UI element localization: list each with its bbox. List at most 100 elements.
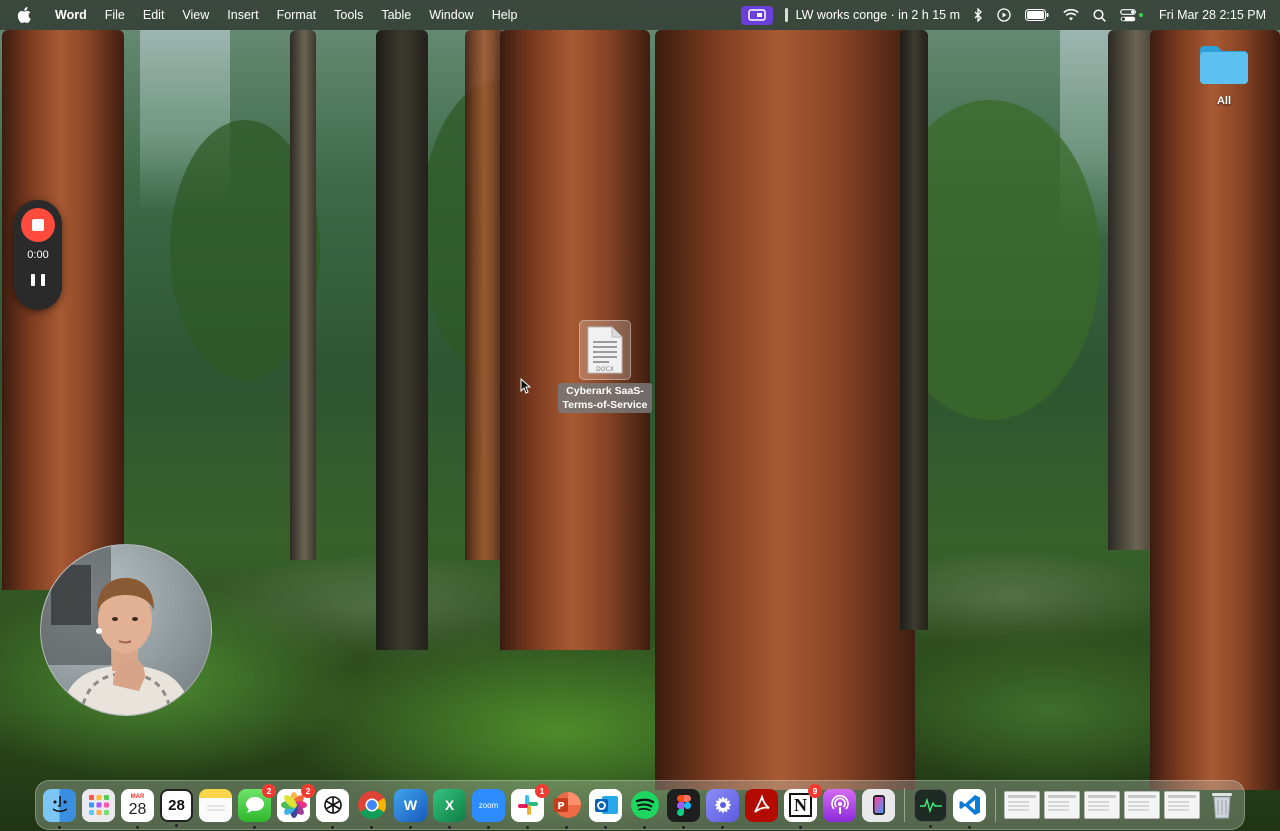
dock-powerpoint[interactable]: P [550, 789, 583, 829]
trash-icon [1211, 793, 1232, 819]
running-indicator [682, 825, 685, 829]
dock-trash[interactable] [1205, 789, 1238, 822]
desktop-folder-all[interactable]: All [1196, 42, 1252, 107]
dock: MAR 28 28 2 2 W X zoom 1 P N 9 [35, 780, 1245, 830]
desktop-wallpaper [0, 0, 1280, 831]
notes-icon [206, 805, 225, 811]
apple-menu-icon[interactable] [16, 7, 32, 23]
dock-minimized-window[interactable] [1084, 791, 1120, 819]
dock-calendar[interactable]: MAR 28 [121, 788, 154, 829]
tree-trunk [290, 30, 316, 560]
menu-window[interactable]: Window [420, 8, 482, 22]
notification-badge: 1 [535, 783, 549, 798]
finder-icon [52, 796, 67, 812]
docx-file-icon: DOCX [587, 326, 623, 374]
dock-notion[interactable]: N 9 [784, 783, 822, 829]
notion-icon: N [789, 793, 812, 817]
dock-messages[interactable]: 2 [238, 783, 276, 829]
dock-photos[interactable]: 2 [277, 783, 315, 822]
calendar-day: 28 [128, 800, 147, 818]
menu-bar: Word File Edit View Insert Format Tools … [0, 0, 1280, 30]
dock-iphone-mirroring[interactable] [862, 788, 895, 822]
dock-minimized-window[interactable] [1164, 791, 1200, 819]
tree-trunk [655, 30, 915, 790]
dock-slack[interactable]: 1 [511, 783, 549, 829]
tree-trunk [376, 30, 428, 650]
pause-recording-button[interactable] [31, 274, 45, 288]
webcam-bubble[interactable] [40, 544, 212, 716]
recording-timer: 0:00 [27, 249, 49, 261]
running-indicator [643, 825, 646, 829]
phone-icon [872, 795, 885, 815]
chatgpt-icon [323, 796, 342, 814]
control-center-icon[interactable] [1120, 8, 1144, 22]
excel-icon: X [444, 797, 455, 813]
file-name-line1: Cyberark SaaS- [566, 385, 644, 397]
calendar2-day: 28 [168, 796, 185, 814]
running-indicator [604, 825, 607, 829]
dock-separator [904, 788, 905, 822]
stop-recording-button[interactable] [21, 208, 55, 242]
screen-recording-icon[interactable] [740, 5, 773, 25]
dock-figma[interactable] [667, 788, 700, 829]
dock-excel[interactable]: X [433, 788, 466, 829]
dock-minimized-window[interactable] [1044, 791, 1080, 819]
messages-icon [245, 797, 264, 813]
dock-word[interactable]: W [394, 788, 427, 829]
slack-icon [517, 795, 538, 815]
now-playing-icon[interactable] [997, 8, 1011, 22]
dock-chatgpt[interactable] [316, 788, 349, 829]
dock-minimized-window[interactable] [1124, 791, 1160, 819]
running-indicator [58, 825, 61, 829]
tree-trunk [900, 30, 928, 630]
menubar-clock[interactable]: Fri Mar 28 2:15 PM [1159, 8, 1266, 22]
dock-fantastical[interactable]: 28 [160, 788, 193, 827]
running-indicator [331, 825, 334, 829]
menu-file[interactable]: File [96, 8, 134, 22]
menubar-status-area: LW works conge · in 2 h 15 m Fri Mar 28 … [740, 0, 1280, 30]
desktop-file-docx[interactable]: DOCX Cyberark SaaS- Terms-of-Service [556, 320, 654, 413]
dock-perplexity[interactable] [706, 788, 739, 829]
running-indicator [175, 823, 178, 827]
menu-edit[interactable]: Edit [134, 8, 174, 22]
dock-minimized-window[interactable] [1004, 791, 1040, 819]
dock-acrobat[interactable] [745, 788, 778, 822]
menu-help[interactable]: Help [483, 8, 527, 22]
dock-launchpad[interactable] [82, 788, 115, 822]
running-indicator [487, 825, 490, 829]
activity-monitor-icon [919, 797, 942, 814]
meeting-color-bar [784, 8, 788, 22]
dock-zoom[interactable]: zoom [472, 788, 505, 829]
bluetooth-icon[interactable] [974, 8, 983, 22]
podcasts-icon [830, 794, 849, 814]
spotlight-search-icon[interactable] [1093, 8, 1106, 22]
menu-view[interactable]: View [173, 8, 218, 22]
dock-spotify[interactable] [628, 789, 661, 829]
pause-icon-bar [41, 274, 45, 286]
dock-notes[interactable] [199, 788, 232, 822]
wifi-icon[interactable] [1063, 9, 1079, 21]
meeting-countdown[interactable]: LW works conge · in 2 h 15 m [784, 8, 960, 22]
file-name-label: Cyberark SaaS- Terms-of-Service [558, 383, 652, 413]
dock-outlook[interactable] [589, 788, 622, 829]
battery-icon[interactable] [1025, 9, 1049, 21]
folder-icon [1200, 46, 1248, 84]
notification-badge: 2 [262, 783, 276, 798]
menu-table[interactable]: Table [372, 8, 420, 22]
menu-app-word[interactable]: Word [46, 8, 96, 22]
dock-activity-monitor[interactable] [914, 788, 947, 828]
outlook-icon [594, 796, 618, 814]
menu-tools[interactable]: Tools [325, 8, 372, 22]
figma-icon [676, 794, 691, 816]
word-icon: W [403, 797, 418, 813]
menu-insert[interactable]: Insert [218, 8, 267, 22]
menu-format[interactable]: Format [268, 8, 326, 22]
file-name-line2: Terms-of-Service [562, 399, 648, 411]
running-indicator [526, 825, 529, 829]
powerpoint-icon: P [553, 792, 581, 818]
dock-finder[interactable] [43, 788, 76, 829]
dock-chrome[interactable] [355, 789, 388, 829]
dock-podcasts[interactable] [823, 788, 856, 822]
svg-text:DOCX: DOCX [596, 366, 614, 373]
dock-vscode[interactable] [953, 788, 986, 829]
